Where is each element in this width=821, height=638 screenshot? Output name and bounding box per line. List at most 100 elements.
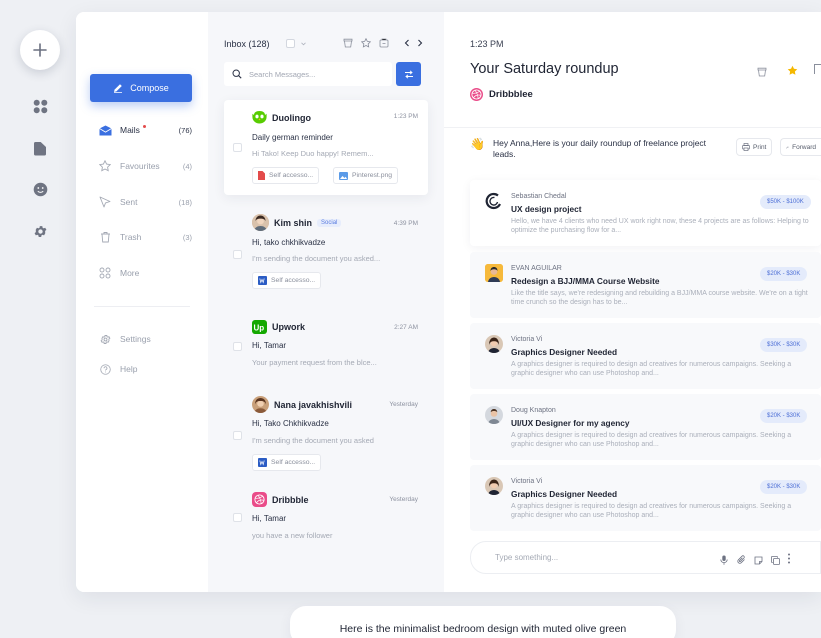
sender-name: Nana javakhishvili xyxy=(274,399,353,410)
folder-icon[interactable] xyxy=(31,139,49,157)
message-checkbox[interactable] xyxy=(233,143,242,152)
message-checkbox[interactable] xyxy=(233,431,242,440)
list-item-kim-shin[interactable]: Kim shin Social 4:39 PM Hi, tako chkhikv… xyxy=(224,207,428,302)
avatar xyxy=(485,192,503,210)
attachment-name: Self accesso... xyxy=(271,459,316,466)
attachment-chip[interactable]: Self accesso... xyxy=(252,454,322,471)
star-filled-icon[interactable] xyxy=(787,63,798,81)
message-checkbox[interactable] xyxy=(233,342,242,351)
list-item-duolingo[interactable]: Duolingo 1:23 PM Daily german reminder H… xyxy=(224,100,428,195)
nav-item-more[interactable]: More xyxy=(98,266,192,280)
print-button[interactable]: Print xyxy=(736,138,773,156)
message-preview: Your payment request from the blce... xyxy=(252,358,377,367)
archive-icon[interactable] xyxy=(757,64,767,82)
job-title: Graphics Designer Needed xyxy=(511,489,618,499)
more-icon xyxy=(98,266,112,280)
nav-item-count: (3) xyxy=(182,232,192,242)
nav-item-label: Sent xyxy=(120,197,138,207)
copy-icon[interactable] xyxy=(771,552,780,570)
chevron-right-icon[interactable] xyxy=(415,38,425,48)
job-card[interactable]: Sebastian Chedal UX design project Hello… xyxy=(470,180,821,246)
compose-label: Compose xyxy=(130,83,169,93)
apps-grid-icon[interactable] xyxy=(31,97,49,115)
chevron-left-icon[interactable] xyxy=(402,38,412,48)
sender: Duolingo xyxy=(252,110,311,125)
reply-input[interactable] xyxy=(495,553,695,562)
job-card[interactable]: Victoria Vi Graphics Designer Needed A g… xyxy=(470,465,821,531)
forward-arrow-icon xyxy=(786,145,789,149)
category-badge: Social xyxy=(317,218,342,227)
sticker-icon[interactable] xyxy=(754,552,763,570)
greeting-text: Hey Anna,Here is your daily roundup of f… xyxy=(492,138,707,159)
job-card[interactable]: Victoria Vi Graphics Designer Needed A g… xyxy=(470,323,821,389)
sender-name: Dribbble xyxy=(272,494,309,505)
job-poster-name: Doug Knapton xyxy=(511,407,556,414)
list-item-upwork[interactable]: Up Upwork 2:27 AM Hi, Tamar Your payment… xyxy=(224,312,428,387)
upwork-logo-icon: Up xyxy=(252,320,267,334)
search-input[interactable] xyxy=(249,69,379,79)
attachment-chip[interactable]: Self accesso... xyxy=(252,272,322,289)
archive-icon[interactable] xyxy=(343,38,353,48)
tag-icon[interactable] xyxy=(379,38,389,48)
sender: Up Upwork xyxy=(252,320,305,334)
job-description: A graphics designer is required to desig… xyxy=(511,432,792,448)
message-time: Yesterday xyxy=(389,496,418,503)
star-icon xyxy=(98,159,112,173)
nav-item-help[interactable]: Help xyxy=(98,362,192,376)
smiley-icon[interactable] xyxy=(31,180,49,198)
new-item-button[interactable] xyxy=(20,30,60,70)
image-file-icon xyxy=(339,171,348,180)
message-checkbox[interactable] xyxy=(233,250,242,259)
duolingo-logo-icon xyxy=(252,110,267,125)
search-box[interactable] xyxy=(224,62,392,86)
message-preview: you have a new follower xyxy=(252,531,333,540)
nav-item-trash[interactable]: Trash (3) xyxy=(98,230,192,244)
email-time: 1:23 PM xyxy=(470,39,504,49)
attach-icon[interactable] xyxy=(737,552,746,570)
microphone-icon[interactable] xyxy=(720,552,728,570)
attachment-chip[interactable]: Pinterest.png xyxy=(333,167,399,184)
star-outline-icon[interactable] xyxy=(361,38,371,48)
message-time: 4:39 PM xyxy=(393,220,418,227)
avatar xyxy=(485,477,503,495)
job-card[interactable]: Doug Knapton UI/UX Designer for my agenc… xyxy=(470,394,821,460)
message-subject: Hi, Tamar xyxy=(252,341,287,350)
more-vertical-icon[interactable] xyxy=(787,551,791,569)
nav-item-settings[interactable]: Settings xyxy=(98,332,192,346)
salary-badge: $30K - $30K xyxy=(760,338,808,352)
email-greeting: 👋 Hey Anna,Here is your daily roundup of… xyxy=(470,138,710,160)
plus-icon xyxy=(33,43,47,57)
message-subject: Hi, tako chkhikvadze xyxy=(252,238,326,247)
message-checkbox[interactable] xyxy=(233,513,242,522)
chat-message-text: Here is the minimalist bedroom design wi… xyxy=(339,623,627,635)
select-all-checkbox[interactable] xyxy=(286,39,295,48)
mail-icon xyxy=(98,123,112,137)
select-dropdown-icon[interactable] xyxy=(298,39,308,49)
sender-name: Upwork xyxy=(272,322,306,332)
chat-message-bubble: Here is the minimalist bedroom design wi… xyxy=(290,606,676,638)
printer-icon xyxy=(742,143,750,151)
waving-hand-icon: 👋 xyxy=(470,137,485,151)
nav-item-mails[interactable]: Mails (76) xyxy=(98,123,192,137)
job-title: UI/UX Designer for my agency xyxy=(511,418,630,428)
nav-item-sent[interactable]: Sent (18) xyxy=(98,195,192,209)
gear-icon[interactable] xyxy=(31,222,49,240)
unread-dot xyxy=(142,125,146,128)
filter-button[interactable] xyxy=(396,62,421,86)
job-poster-name: EVAN AGUILAR xyxy=(511,265,562,272)
job-card[interactable]: EVAN AGUILAR Redesign a BJJ/MMA Course W… xyxy=(470,252,821,318)
nav-item-favourites[interactable]: Favourites (4) xyxy=(98,159,192,173)
job-title: Redesign a BJJ/MMA Course Website xyxy=(511,276,660,286)
salary-badge: $20K - $30K xyxy=(760,409,808,423)
list-item-dribbble[interactable]: Dribbble Yesterday Hi, Tamar you have a … xyxy=(224,485,428,555)
forward-button[interactable]: Forward xyxy=(780,138,821,156)
attachment-chip[interactable]: Self accesso... xyxy=(252,167,320,184)
list-item-nana-javakhishvili[interactable]: Nana javakhishvili Yesterday Hi, Tako Ch… xyxy=(224,389,428,484)
compose-button[interactable]: Compose xyxy=(90,74,192,102)
more-options-icon[interactable] xyxy=(814,64,821,74)
trash-icon xyxy=(98,230,112,244)
svg-text:Up: Up xyxy=(254,323,265,332)
message-preview: I'm sending the document you asked... xyxy=(252,254,381,263)
avatar xyxy=(252,396,269,413)
sender: Kim shin Social xyxy=(252,214,342,231)
